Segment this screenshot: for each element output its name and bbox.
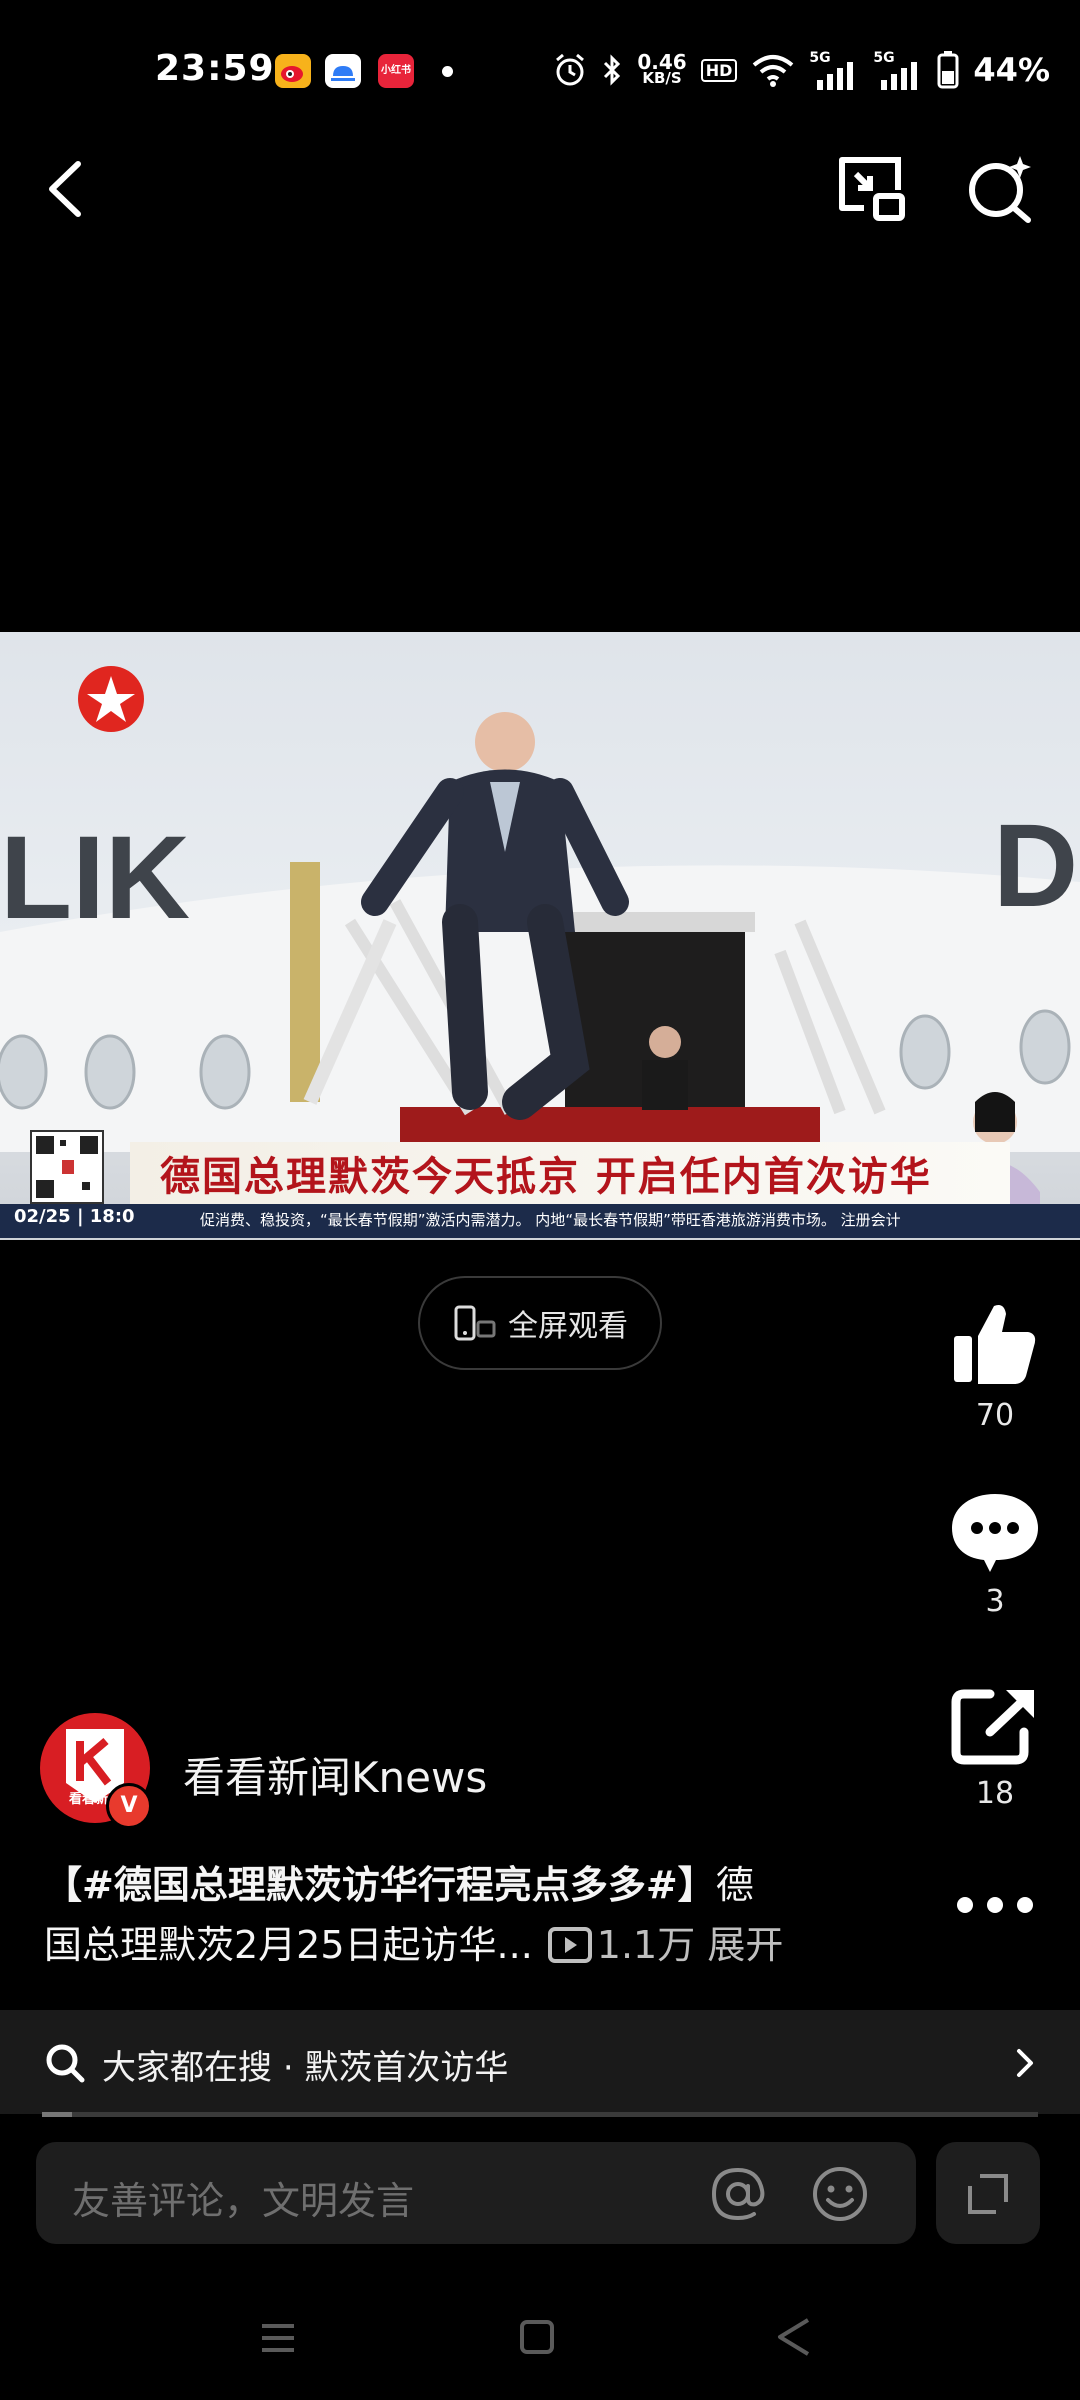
share-icon	[951, 1689, 1034, 1765]
chevron-left-icon	[49, 161, 81, 217]
fullscreen-button[interactable]: 全屏观看	[418, 1276, 662, 1370]
battery-percent: 44%	[973, 51, 1050, 89]
dot-icon	[987, 1897, 1003, 1913]
comment-input[interactable]: 友善评论，文明发言	[36, 2142, 916, 2244]
expand-link[interactable]: 展开	[707, 1923, 783, 1967]
comment-button[interactable]: 3	[950, 1490, 1040, 1619]
ai-search-icon	[969, 156, 1031, 223]
expand-comments-button[interactable]	[936, 2142, 1040, 2244]
progress-fill	[42, 2112, 72, 2117]
caption-title: 德国总理默茨今天抵京 开启任内首次访华	[160, 1154, 932, 1200]
like-count: 70	[975, 1398, 1015, 1433]
back-button[interactable]	[36, 150, 96, 228]
dot-icon	[957, 1897, 973, 1913]
plane-lettering-right: D	[993, 800, 1079, 932]
video-progress-bar[interactable]	[42, 2112, 1038, 2117]
chevron-right-icon	[1017, 2049, 1033, 2077]
search-suggestion-text: 大家都在搜 · 默茨首次访华	[102, 2048, 509, 2088]
author-avatar[interactable]: 看看新闻 V	[40, 1713, 152, 1829]
signal-2: 5G	[873, 50, 923, 90]
wifi-icon	[753, 55, 794, 87]
play-count-icon	[547, 1926, 592, 1963]
author-name[interactable]: 看看新闻Knews	[183, 1744, 487, 1805]
back-nav-icon[interactable]	[774, 2316, 814, 2358]
system-navigation-bar	[0, 2290, 1080, 2400]
ticker-text: 促消费、稳投资，“最长春节假期”激活内需潜力。 内地“最长春节假期”带旺香港旅游…	[200, 1211, 901, 1229]
alarm-icon	[556, 53, 585, 86]
like-button[interactable]: 70	[950, 1300, 1040, 1433]
picture-in-picture-icon	[839, 157, 905, 221]
share-count: 18	[975, 1776, 1015, 1811]
description-hashtag[interactable]: 【#德国总理默茨访华行程亮点多多#】	[44, 1863, 716, 1907]
weibo-icon	[275, 54, 311, 88]
emoji-icon[interactable]	[810, 2164, 870, 2224]
ticker-date: 02/25 | 18:0	[14, 1206, 135, 1227]
pip-button[interactable]	[834, 152, 908, 224]
network-speed: 0.46 KB/S	[637, 50, 687, 87]
hd-badge: HD	[700, 58, 738, 82]
home-icon[interactable]	[518, 2318, 556, 2356]
video-description[interactable]: 【#德国总理默茨访华行程亮点多多#】德 国总理默茨2月25日起访华... 1.1万…	[44, 1855, 844, 1975]
search-icon	[46, 2044, 85, 2083]
thumbs-up-icon	[954, 1305, 1036, 1384]
comment-count: 3	[985, 1584, 1005, 1619]
cloud-app-icon	[325, 54, 361, 88]
more-options-button[interactable]	[957, 1890, 1033, 1920]
channel-logo	[78, 666, 144, 732]
notification-dot	[442, 66, 453, 77]
dot-icon	[1017, 1897, 1033, 1913]
fullscreen-label: 全屏观看	[508, 1309, 628, 1344]
video-player[interactable]: LIK D 德国总理默茨今天抵京 开启任内首次访华 02/25 | 18:0 促…	[0, 632, 1080, 1240]
battery-icon	[937, 51, 959, 89]
bluetooth-icon	[604, 54, 621, 86]
share-button[interactable]: 18	[950, 1686, 1040, 1811]
status-bar: 23:59 小红书 0.46 KB/S HD 5G 5G 44%	[0, 0, 1080, 140]
menu-icon[interactable]	[258, 2318, 298, 2358]
xiaohongshu-icon: 小红书	[378, 54, 414, 88]
qr-code	[30, 1130, 104, 1204]
verified-badge: V	[106, 1783, 152, 1829]
plane-lettering-left: LIK	[0, 812, 191, 944]
search-suggestion-bar[interactable]: 大家都在搜 · 默茨首次访华	[0, 2010, 1080, 2114]
status-indicators: 0.46 KB/S HD 5G 5G 44%	[553, 46, 1050, 94]
at-mention-icon[interactable]	[708, 2164, 768, 2224]
expand-icon	[968, 2174, 1008, 2214]
signal-1: 5G	[809, 50, 859, 90]
play-count: 1.1万	[596, 1923, 696, 1967]
comment-bubble-icon	[952, 1494, 1038, 1572]
rotate-screen-icon	[454, 1305, 496, 1341]
search-button[interactable]	[962, 150, 1038, 226]
status-time: 23:59	[155, 48, 275, 89]
comment-placeholder: 友善评论，文明发言	[72, 2179, 415, 2223]
